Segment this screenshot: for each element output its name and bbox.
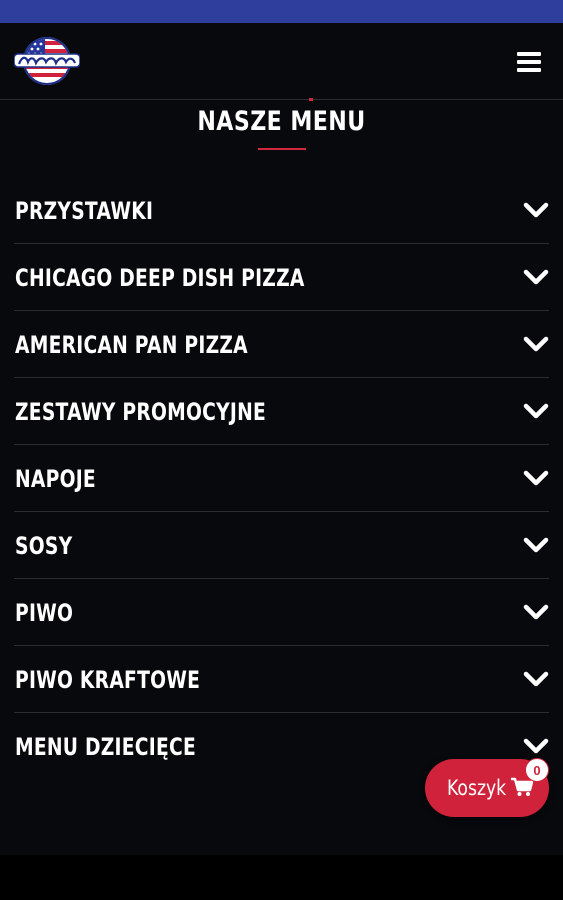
hamburger-icon	[517, 52, 541, 56]
app-screen: NASZE MENU PRZYSTAWKI CHICAGO DEEP DISH …	[0, 23, 563, 855]
hamburger-menu-button[interactable]	[517, 52, 541, 72]
chevron-down-icon[interactable]	[523, 201, 549, 219]
chevron-down-icon[interactable]	[523, 335, 549, 353]
menu-category-label: SOSY	[15, 532, 73, 560]
chevron-down-icon[interactable]	[523, 268, 549, 286]
menu-category-label: PIWO	[15, 599, 74, 627]
menu-category-chicago-deep-dish-pizza[interactable]: CHICAGO DEEP DISH PIZZA	[14, 244, 549, 311]
system-navigation-bar	[0, 855, 563, 900]
chevron-down-icon[interactable]	[523, 536, 549, 554]
chevron-down-icon[interactable]	[523, 670, 549, 688]
menu-category-american-pan-pizza[interactable]: AMERICAN PAN PIZZA	[14, 311, 549, 378]
menu-category-label: MENU DZIECIĘCE	[15, 733, 196, 761]
menu-category-list: PRZYSTAWKI CHICAGO DEEP DISH PIZZA AMERI…	[14, 177, 549, 779]
menu-category-sosy[interactable]: SOSY	[14, 512, 549, 579]
brand-logo[interactable]	[14, 35, 80, 87]
title-accent-mark	[309, 98, 313, 101]
menu-category-przystawki[interactable]: PRZYSTAWKI	[14, 177, 549, 244]
menu-category-label: ZESTAWY PROMOCYJNE	[15, 398, 267, 426]
section-title: NASZE MENU	[197, 106, 366, 137]
cart-label: Koszyk	[447, 776, 507, 800]
top-header	[0, 23, 563, 100]
cart-count-badge: 0	[525, 758, 549, 782]
chevron-down-icon[interactable]	[523, 603, 549, 621]
chevron-down-icon[interactable]	[523, 737, 549, 755]
menu-category-piwo[interactable]: PIWO	[14, 579, 549, 646]
menu-category-label: NAPOJE	[15, 465, 96, 493]
status-bar	[0, 0, 563, 23]
chevron-down-icon[interactable]	[523, 402, 549, 420]
menu-category-label: CHICAGO DEEP DISH PIZZA	[15, 264, 305, 292]
menu-category-label: AMERICAN PAN PIZZA	[15, 331, 248, 359]
menu-category-label: PIWO KRAFTOWE	[15, 666, 201, 694]
menu-category-zestawy-promocyjne[interactable]: ZESTAWY PROMOCYJNE	[14, 378, 549, 445]
chevron-down-icon[interactable]	[523, 469, 549, 487]
menu-category-piwo-kraftowe[interactable]: PIWO KRAFTOWE	[14, 646, 549, 713]
menu-category-napoje[interactable]: NAPOJE	[14, 445, 549, 512]
menu-category-label: PRZYSTAWKI	[15, 197, 154, 225]
title-underline	[258, 148, 306, 150]
